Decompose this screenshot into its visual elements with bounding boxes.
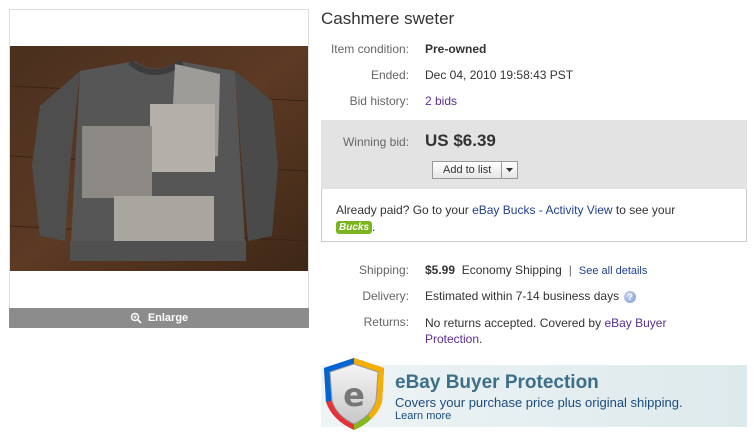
returns-label: Returns:	[363, 315, 409, 329]
item-title: Cashmere sweter	[321, 9, 455, 28]
shipping-separator: |	[568, 263, 572, 277]
shipping-price: $5.99	[425, 263, 456, 277]
item-photo[interactable]	[10, 46, 308, 271]
condition-value: Pre-owned	[425, 42, 487, 56]
ended-value: Dec 04, 2010 19:58:43 PST	[425, 68, 574, 82]
shipping-value: $5.99 Economy Shipping | See all details	[425, 263, 647, 277]
already-paid-box: Already paid? Go to your eBay Bucks - Ac…	[321, 189, 747, 242]
winning-bid-box: Winning bid: US $6.39 Add to list	[321, 120, 747, 189]
winning-bid-label: Winning bid:	[342, 135, 409, 149]
magnifier-icon	[130, 312, 142, 324]
enlarge-label: Enlarge	[147, 312, 189, 324]
shield-letter: e	[343, 376, 365, 414]
learn-more-link[interactable]: Learn more	[395, 410, 451, 422]
ebay-buyer-protection-link[interactable]: eBay Buyer	[604, 316, 666, 330]
buyer-protection-title: eBay Buyer Protection	[395, 372, 599, 393]
bid-history-link[interactable]: 2 bids	[425, 94, 457, 108]
ended-label: Ended:	[370, 68, 409, 82]
bucks-logo: Bucks	[336, 220, 373, 234]
returns-value: No returns accepted. Covered by eBay Buy…	[425, 315, 666, 347]
add-to-list-button[interactable]: Add to list	[432, 161, 519, 179]
bucks-period: .	[372, 220, 376, 234]
returns-text: No returns accepted. Covered by	[425, 316, 605, 330]
delivery-label: Delivery:	[362, 289, 409, 303]
bid-history-label: Bid history:	[349, 94, 409, 108]
buyer-protection-subtitle: Covers your purchase price plus original…	[395, 395, 683, 410]
see-all-details-link[interactable]: See all details	[579, 265, 648, 277]
delivery-estimate: Estimated within 7-14 business days	[425, 289, 620, 303]
ebay-bucks-activity-link[interactable]: eBay Bucks - Activity View	[472, 203, 613, 217]
bucks-line: Bucks.	[336, 220, 375, 234]
condition-label: Item condition:	[330, 42, 409, 56]
returns-period: .	[479, 332, 483, 346]
already-paid-prefix: Already paid? Go to your	[336, 203, 473, 217]
shield-icon: e	[324, 358, 384, 430]
shipping-label: Shipping:	[358, 263, 409, 277]
dropdown-arrow-icon[interactable]	[502, 162, 517, 178]
sweater-image	[10, 46, 308, 271]
enlarge-button[interactable]: Enlarge	[9, 308, 309, 328]
item-photo-panel: Enlarge	[9, 9, 309, 328]
help-icon[interactable]: ?	[624, 290, 637, 303]
already-paid-suffix: to see your	[612, 203, 676, 217]
buyer-protection-banner[interactable]: e eBay Buyer Protection Covers your purc…	[321, 358, 747, 430]
delivery-value: Estimated within 7-14 business days?	[425, 289, 637, 303]
shipping-method: Economy Shipping	[461, 263, 562, 277]
add-to-list-label: Add to list	[433, 162, 503, 178]
winning-bid-price: US $6.39	[425, 131, 496, 150]
already-paid-text: Already paid? Go to your eBay Bucks - Ac…	[336, 203, 675, 217]
protection-link[interactable]: Protection	[425, 332, 479, 346]
